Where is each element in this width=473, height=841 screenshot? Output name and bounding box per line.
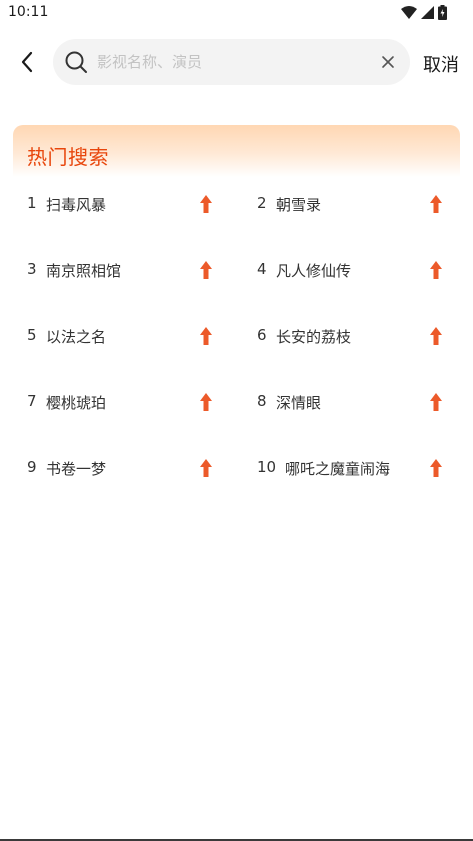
hot-search-name: 书卷一梦 bbox=[46, 460, 107, 478]
wifi-icon bbox=[401, 6, 417, 19]
trending-up-icon bbox=[430, 195, 442, 213]
back-button[interactable] bbox=[14, 48, 40, 76]
hot-search-name: 南京照相馆 bbox=[46, 262, 122, 280]
trending-up-icon bbox=[430, 393, 442, 411]
hot-search-rank: 10 bbox=[257, 458, 277, 476]
back-arrow-icon bbox=[21, 51, 33, 73]
status-icons bbox=[401, 5, 447, 20]
hot-search-item[interactable]: 8 深情眼 bbox=[257, 382, 443, 422]
clear-icon[interactable] bbox=[380, 54, 396, 70]
hot-search-rank: 2 bbox=[257, 194, 267, 212]
status-bar: 10:11 bbox=[0, 0, 473, 26]
battery-icon bbox=[438, 5, 447, 20]
trending-up-icon bbox=[430, 327, 442, 345]
hot-search-rank: 5 bbox=[27, 326, 37, 344]
hot-search-rank: 6 bbox=[257, 326, 267, 344]
trending-up-icon bbox=[200, 459, 212, 477]
hot-search-name: 凡人修仙传 bbox=[276, 262, 352, 280]
hot-search-item[interactable]: 2 朝雪录 bbox=[257, 184, 443, 224]
status-time: 10:11 bbox=[8, 4, 49, 20]
hot-search-item[interactable]: 9 书卷一梦 bbox=[27, 448, 213, 488]
hot-search-rank: 3 bbox=[27, 260, 37, 278]
search-icon bbox=[65, 51, 87, 73]
hot-search-name: 以法之名 bbox=[46, 328, 107, 346]
search-header: 取消 bbox=[0, 38, 473, 86]
trending-up-icon bbox=[200, 393, 212, 411]
hot-search-title: 热门搜索 bbox=[27, 145, 109, 169]
hot-search-header: 热门搜索 bbox=[13, 125, 460, 177]
hot-search-name: 朝雪录 bbox=[276, 196, 322, 214]
hot-search-rank: 8 bbox=[257, 392, 267, 410]
hot-search-name: 长安的荔枝 bbox=[276, 328, 352, 346]
hot-search-item[interactable]: 5 以法之名 bbox=[27, 316, 213, 356]
hot-search-name: 扫毒风暴 bbox=[46, 196, 107, 214]
search-input[interactable] bbox=[97, 39, 367, 85]
hot-search-item[interactable]: 1 扫毒风暴 bbox=[27, 184, 213, 224]
trending-up-icon bbox=[430, 261, 442, 279]
hot-search-item[interactable]: 3 南京照相馆 bbox=[27, 250, 213, 290]
hot-search-rank: 1 bbox=[27, 194, 37, 212]
trending-up-icon bbox=[200, 195, 212, 213]
hot-search-name: 哪吒之魔童闹海 bbox=[285, 460, 391, 478]
hot-search-name: 樱桃琥珀 bbox=[46, 394, 107, 412]
cell-signal-icon bbox=[421, 6, 434, 19]
trending-up-icon bbox=[430, 459, 442, 477]
hot-search-item[interactable]: 4 凡人修仙传 bbox=[257, 250, 443, 290]
hot-search-item[interactable]: 10 哪吒之魔童闹海 bbox=[257, 448, 443, 488]
trending-up-icon bbox=[200, 327, 212, 345]
hot-search-rank: 4 bbox=[257, 260, 267, 278]
hot-search-item[interactable]: 6 长安的荔枝 bbox=[257, 316, 443, 356]
cancel-button[interactable]: 取消 bbox=[423, 51, 459, 77]
hot-search-name: 深情眼 bbox=[276, 394, 322, 412]
hot-search-rank: 7 bbox=[27, 392, 37, 410]
hot-search-item[interactable]: 7 樱桃琥珀 bbox=[27, 382, 213, 422]
trending-up-icon bbox=[200, 261, 212, 279]
hot-search-rank: 9 bbox=[27, 458, 37, 476]
search-box[interactable] bbox=[53, 39, 410, 85]
